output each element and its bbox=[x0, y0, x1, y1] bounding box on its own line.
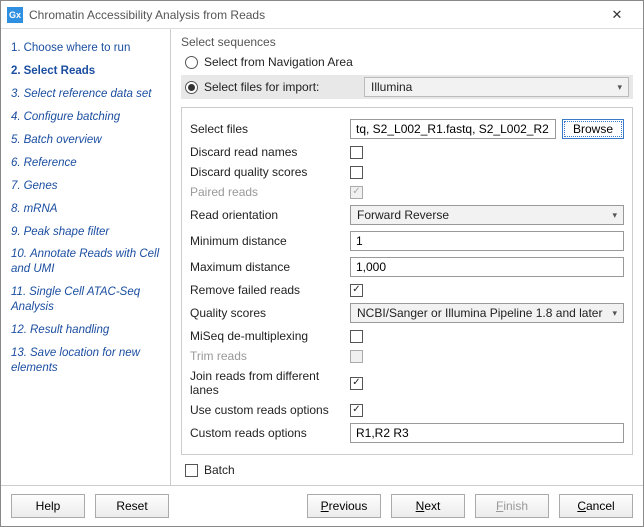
discard-read-names-label: Discard read names bbox=[190, 145, 350, 159]
wizard-step-7[interactable]: 7.Genes bbox=[11, 175, 162, 198]
step-number: 8. bbox=[11, 203, 21, 215]
trim-reads-label: Trim reads bbox=[190, 349, 350, 363]
join-lanes-checkbox[interactable]: ✓ bbox=[350, 377, 363, 390]
radio-checked-icon bbox=[185, 81, 198, 94]
step-label: Select reference data set bbox=[24, 88, 152, 100]
chevron-down-icon: ▾ bbox=[612, 304, 617, 322]
step-label: Genes bbox=[24, 180, 58, 192]
finish-button[interactable]: Finish bbox=[475, 494, 549, 518]
step-label: mRNA bbox=[24, 203, 58, 215]
min-distance-input[interactable] bbox=[350, 231, 624, 251]
step-label: Single Cell ATAC-Seq Analysis bbox=[11, 286, 140, 313]
wizard-step-9[interactable]: 9.Peak shape filter bbox=[11, 221, 162, 244]
step-label: Result handling bbox=[30, 324, 109, 336]
step-number: 2. bbox=[11, 65, 21, 77]
max-distance-label: Maximum distance bbox=[190, 260, 350, 274]
radio-nav-label: Select from Navigation Area bbox=[204, 55, 353, 69]
remove-failed-label: Remove failed reads bbox=[190, 283, 350, 297]
import-type-select[interactable]: Illumina ▾ bbox=[364, 77, 629, 97]
read-orientation-value: Forward Reverse bbox=[357, 206, 449, 224]
use-custom-opts-label: Use custom reads options bbox=[190, 403, 350, 417]
wizard-steps-sidebar: 1.Choose where to run2.Select Reads3.Sel… bbox=[1, 29, 171, 485]
wizard-step-2[interactable]: 2.Select Reads bbox=[11, 60, 162, 83]
select-sequences-heading: Select sequences bbox=[181, 35, 633, 49]
wizard-step-1[interactable]: 1.Choose where to run bbox=[11, 37, 162, 60]
discard-read-names-checkbox[interactable] bbox=[350, 146, 363, 159]
use-custom-opts-checkbox[interactable]: ✓ bbox=[350, 404, 363, 417]
step-number: 13. bbox=[11, 347, 27, 359]
import-options-panel: Select files Browse Discard read names D… bbox=[181, 107, 633, 455]
step-number: 12. bbox=[11, 324, 27, 336]
batch-checkbox[interactable] bbox=[185, 464, 198, 477]
step-number: 9. bbox=[11, 226, 21, 238]
previous-button[interactable]: Previous bbox=[307, 494, 381, 518]
join-lanes-label: Join reads from different lanes bbox=[190, 369, 350, 397]
read-orientation-select[interactable]: Forward Reverse ▾ bbox=[350, 205, 624, 225]
reset-button[interactable]: Reset bbox=[95, 494, 169, 518]
custom-reads-input[interactable] bbox=[350, 423, 624, 443]
step-label: Save location for new elements bbox=[11, 347, 140, 374]
step-number: 11. bbox=[11, 286, 26, 298]
step-label: Batch overview bbox=[24, 134, 102, 146]
step-label: Choose where to run bbox=[24, 42, 131, 54]
wizard-step-8[interactable]: 8.mRNA bbox=[11, 198, 162, 221]
read-orientation-label: Read orientation bbox=[190, 208, 350, 222]
miseq-label: MiSeq de-multiplexing bbox=[190, 329, 350, 343]
close-icon[interactable]: ✕ bbox=[597, 1, 637, 28]
app-icon: Gx bbox=[7, 7, 23, 23]
import-type-value: Illumina bbox=[371, 80, 412, 94]
max-distance-input[interactable] bbox=[350, 257, 624, 277]
step-number: 6. bbox=[11, 157, 21, 169]
step-number: 5. bbox=[11, 134, 21, 146]
select-files-input[interactable] bbox=[350, 119, 556, 139]
miseq-checkbox[interactable] bbox=[350, 330, 363, 343]
wizard-step-12[interactable]: 12.Result handling bbox=[11, 319, 162, 342]
wizard-step-4[interactable]: 4.Configure batching bbox=[11, 106, 162, 129]
quality-scores-select[interactable]: NCBI/Sanger or Illumina Pipeline 1.8 and… bbox=[350, 303, 624, 323]
discard-quality-label: Discard quality scores bbox=[190, 165, 350, 179]
min-distance-label: Minimum distance bbox=[190, 234, 350, 248]
wizard-step-13[interactable]: 13.Save location for new elements bbox=[11, 342, 162, 380]
step-label: Peak shape filter bbox=[24, 226, 110, 238]
quality-scores-value: NCBI/Sanger or Illumina Pipeline 1.8 and… bbox=[357, 304, 602, 322]
step-label: Select Reads bbox=[24, 65, 96, 77]
custom-reads-label: Custom reads options bbox=[190, 426, 350, 440]
step-label: Annotate Reads with Cell and UMI bbox=[11, 248, 159, 275]
paired-reads-label: Paired reads bbox=[190, 185, 350, 199]
radio-unchecked-icon bbox=[185, 56, 198, 69]
chevron-down-icon: ▾ bbox=[617, 82, 622, 93]
wizard-step-11[interactable]: 11.Single Cell ATAC-Seq Analysis bbox=[11, 281, 162, 319]
wizard-step-6[interactable]: 6.Reference bbox=[11, 152, 162, 175]
step-label: Configure batching bbox=[24, 111, 121, 123]
step-number: 4. bbox=[11, 111, 21, 123]
remove-failed-checkbox[interactable]: ✓ bbox=[350, 284, 363, 297]
browse-button[interactable]: Browse bbox=[562, 119, 624, 139]
chevron-down-icon: ▾ bbox=[612, 206, 617, 224]
wizard-footer: Help Reset Previous Next Finish Cancel bbox=[1, 485, 643, 526]
wizard-step-10[interactable]: 10.Annotate Reads with Cell and UMI bbox=[11, 243, 162, 281]
trim-reads-checkbox bbox=[350, 350, 363, 363]
paired-reads-checkbox: ✓ bbox=[350, 186, 363, 199]
step-number: 10. bbox=[11, 248, 27, 260]
step-label: Reference bbox=[24, 157, 77, 169]
title-bar: Gx Chromatin Accessibility Analysis from… bbox=[1, 1, 643, 29]
wizard-step-3[interactable]: 3.Select reference data set bbox=[11, 83, 162, 106]
select-files-label: Select files bbox=[190, 122, 350, 136]
cancel-button[interactable]: Cancel bbox=[559, 494, 633, 518]
radio-select-files-for-import[interactable]: Select files for import: Illumina ▾ bbox=[181, 75, 633, 99]
radio-select-from-navigation[interactable]: Select from Navigation Area bbox=[181, 53, 633, 73]
quality-scores-label: Quality scores bbox=[190, 306, 350, 320]
step-number: 3. bbox=[11, 88, 21, 100]
step-number: 7. bbox=[11, 180, 21, 192]
radio-import-label: Select files for import: bbox=[204, 80, 364, 94]
window-title: Chromatin Accessibility Analysis from Re… bbox=[29, 8, 597, 22]
wizard-step-5[interactable]: 5.Batch overview bbox=[11, 129, 162, 152]
batch-label: Batch bbox=[204, 463, 235, 477]
help-button[interactable]: Help bbox=[11, 494, 85, 518]
step-number: 1. bbox=[11, 42, 21, 54]
discard-quality-checkbox[interactable] bbox=[350, 166, 363, 179]
next-button[interactable]: Next bbox=[391, 494, 465, 518]
